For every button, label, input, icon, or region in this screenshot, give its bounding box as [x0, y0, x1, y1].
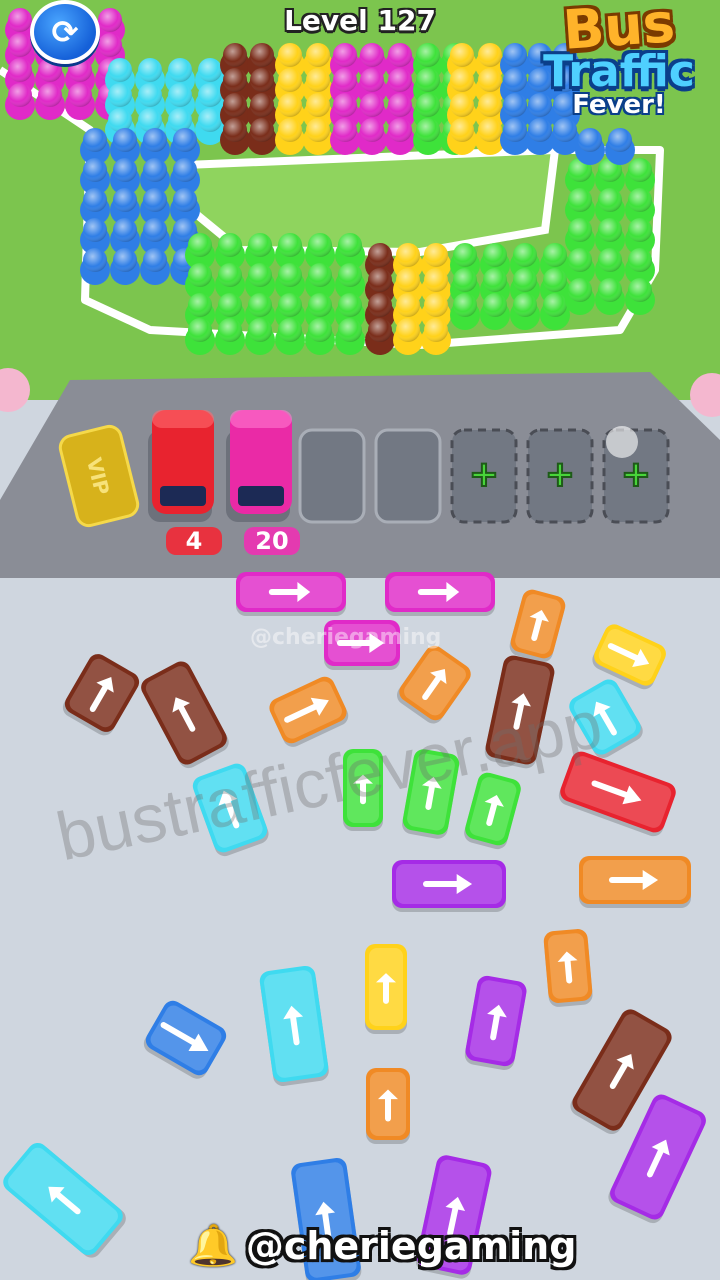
locked-slot-6[interactable]: +	[526, 428, 594, 524]
tap-indicator	[606, 426, 638, 458]
magenta-bus[interactable]	[385, 572, 495, 616]
orange-car[interactable]	[543, 928, 593, 1008]
slot-2-count-badge: 20	[244, 527, 300, 555]
handle-text: @cheriegaming	[245, 1223, 577, 1268]
slot-1-count-badge: 4	[166, 527, 222, 555]
purple-bus[interactable]	[392, 860, 506, 912]
orange-bus[interactable]	[579, 856, 691, 908]
game-stage: VIP + + + 4 20 ⟳ Level 127 Bus Traffic F…	[0, 0, 720, 1280]
plus-icon: +	[469, 454, 499, 495]
game-logo: Bus Traffic Fever!	[524, 0, 714, 145]
dock-slot-3[interactable]	[298, 428, 366, 524]
plus-icon: +	[621, 454, 651, 495]
faint-watermark: @cheriegaming	[250, 625, 442, 650]
locked-slot-5[interactable]: +	[450, 428, 518, 524]
locked-slot-7[interactable]: +	[602, 426, 670, 524]
yellow-van[interactable]	[365, 944, 407, 1034]
bell-icon: 🔔	[188, 1223, 238, 1269]
creator-handle: 🔔 @cheriegaming	[188, 1222, 576, 1269]
docked-bus-pink[interactable]	[230, 410, 292, 514]
magenta-bus[interactable]	[236, 572, 346, 616]
orange-car[interactable]	[366, 1068, 410, 1144]
queue-island	[181, 145, 560, 257]
plus-icon: +	[545, 454, 575, 495]
dock-slot-4[interactable]	[374, 428, 442, 524]
docked-bus-red[interactable]	[152, 410, 214, 514]
